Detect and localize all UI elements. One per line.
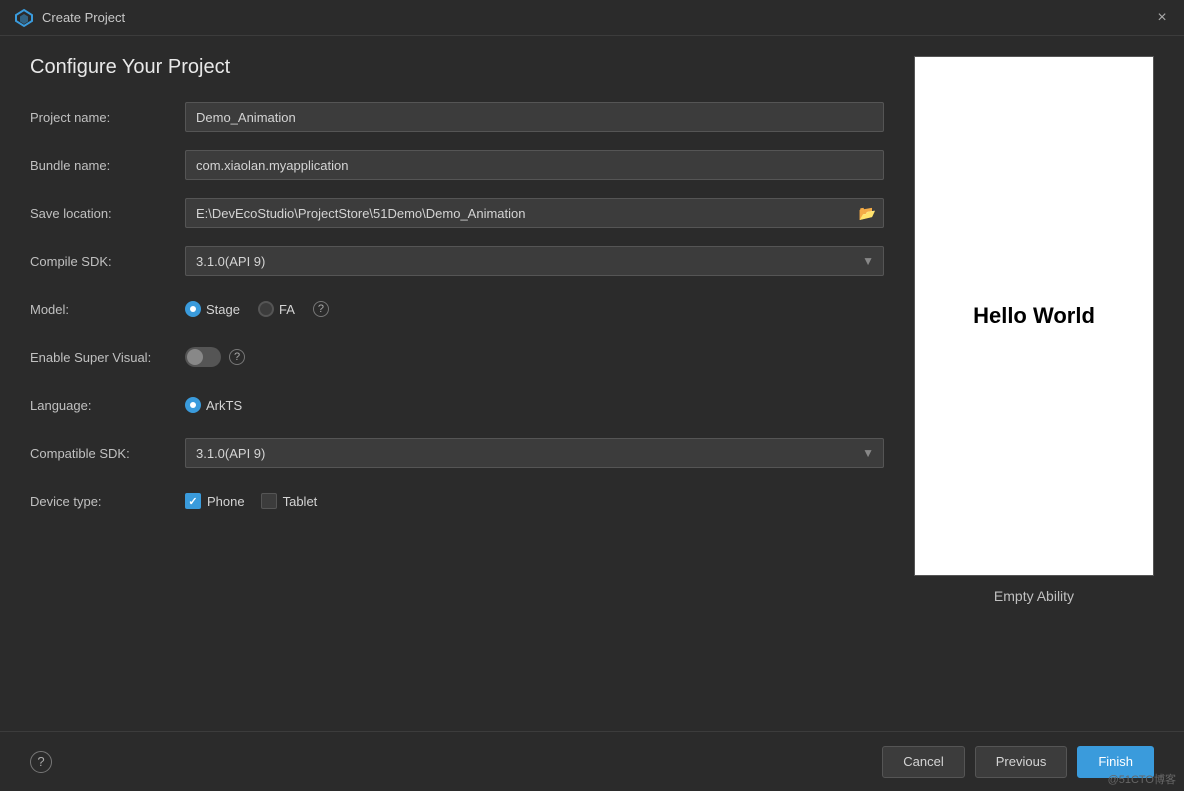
- compatible-sdk-select[interactable]: 3.1.0(API 9) 3.0.0(API 8): [185, 438, 884, 468]
- device-type-label: Device type:: [30, 494, 185, 509]
- compile-sdk-row: Compile SDK: 3.1.0(API 9) 3.0.0(API 8) ▼: [30, 245, 884, 277]
- form-section: Configure Your Project Project name: Bun…: [30, 56, 884, 721]
- title-bar: Create Project ×: [0, 0, 1184, 36]
- save-location-row: Save location: 📂: [30, 197, 884, 229]
- device-phone-checkbox: [185, 493, 201, 509]
- device-type-checkbox-group: Phone Tablet: [185, 493, 317, 509]
- page-title: Configure Your Project: [30, 56, 884, 79]
- preview-frame: Hello World: [914, 56, 1154, 576]
- close-button[interactable]: ×: [1154, 10, 1170, 26]
- preview-label: Empty Ability: [994, 588, 1074, 604]
- model-fa-radio[interactable]: FA: [258, 301, 295, 317]
- project-name-row: Project name:: [30, 101, 884, 133]
- title-bar-title: Create Project: [42, 10, 125, 25]
- footer: ? Cancel Previous Finish: [0, 731, 1184, 791]
- compile-sdk-select[interactable]: 3.1.0(API 9) 3.0.0(API 8): [185, 246, 884, 276]
- toggle-knob: [187, 349, 203, 365]
- super-visual-row: Enable Super Visual: ?: [30, 341, 884, 373]
- bundle-name-label: Bundle name:: [30, 158, 185, 173]
- cancel-button[interactable]: Cancel: [882, 746, 964, 778]
- device-phone-label: Phone: [207, 494, 245, 509]
- bundle-name-input[interactable]: [185, 150, 884, 180]
- model-stage-label: Stage: [206, 302, 240, 317]
- save-location-label: Save location:: [30, 206, 185, 221]
- compile-sdk-wrapper: 3.1.0(API 9) 3.0.0(API 8) ▼: [185, 246, 884, 276]
- super-visual-controls: ?: [185, 347, 245, 367]
- save-location-wrapper: 📂: [185, 198, 884, 228]
- language-arkts-radio[interactable]: ArkTS: [185, 397, 242, 413]
- model-label: Model:: [30, 302, 185, 317]
- bundle-name-row: Bundle name:: [30, 149, 884, 181]
- model-stage-radio[interactable]: Stage: [185, 301, 240, 317]
- model-fa-radio-circle: [258, 301, 274, 317]
- model-radio-group: Stage FA ?: [185, 301, 329, 317]
- model-row: Model: Stage FA ?: [30, 293, 884, 325]
- footer-left: ?: [30, 751, 52, 773]
- compile-sdk-label: Compile SDK:: [30, 254, 185, 269]
- model-help-icon[interactable]: ?: [313, 301, 329, 317]
- project-name-label: Project name:: [30, 110, 185, 125]
- language-row: Language: ArkTS: [30, 389, 884, 421]
- title-bar-left: Create Project: [14, 8, 125, 28]
- save-location-input[interactable]: [185, 198, 884, 228]
- device-tablet-label: Tablet: [283, 494, 318, 509]
- language-radio-group: ArkTS: [185, 397, 242, 413]
- compatible-sdk-row: Compatible SDK: 3.1.0(API 9) 3.0.0(API 8…: [30, 437, 884, 469]
- model-fa-label: FA: [279, 302, 295, 317]
- model-stage-radio-circle: [185, 301, 201, 317]
- previous-button[interactable]: Previous: [975, 746, 1068, 778]
- device-phone-checkbox-item[interactable]: Phone: [185, 493, 245, 509]
- device-tablet-checkbox: [261, 493, 277, 509]
- compatible-sdk-label: Compatible SDK:: [30, 446, 185, 461]
- language-arkts-label: ArkTS: [206, 398, 242, 413]
- main-content: Configure Your Project Project name: Bun…: [0, 36, 1184, 731]
- preview-section: Hello World Empty Ability: [914, 56, 1154, 721]
- device-tablet-checkbox-item[interactable]: Tablet: [261, 493, 318, 509]
- super-visual-toggle[interactable]: [185, 347, 221, 367]
- language-label: Language:: [30, 398, 185, 413]
- super-visual-help-icon[interactable]: ?: [229, 349, 245, 365]
- device-type-row: Device type: Phone Tablet: [30, 485, 884, 517]
- project-name-input[interactable]: [185, 102, 884, 132]
- language-arkts-radio-circle: [185, 397, 201, 413]
- footer-help-icon[interactable]: ?: [30, 751, 52, 773]
- watermark: @51CTO博客: [1108, 771, 1176, 787]
- folder-icon[interactable]: 📂: [859, 205, 876, 222]
- super-visual-label: Enable Super Visual:: [30, 350, 185, 365]
- deveco-logo-icon: [14, 8, 34, 28]
- preview-hello-world: Hello World: [973, 303, 1095, 329]
- compatible-sdk-wrapper: 3.1.0(API 9) 3.0.0(API 8) ▼: [185, 438, 884, 468]
